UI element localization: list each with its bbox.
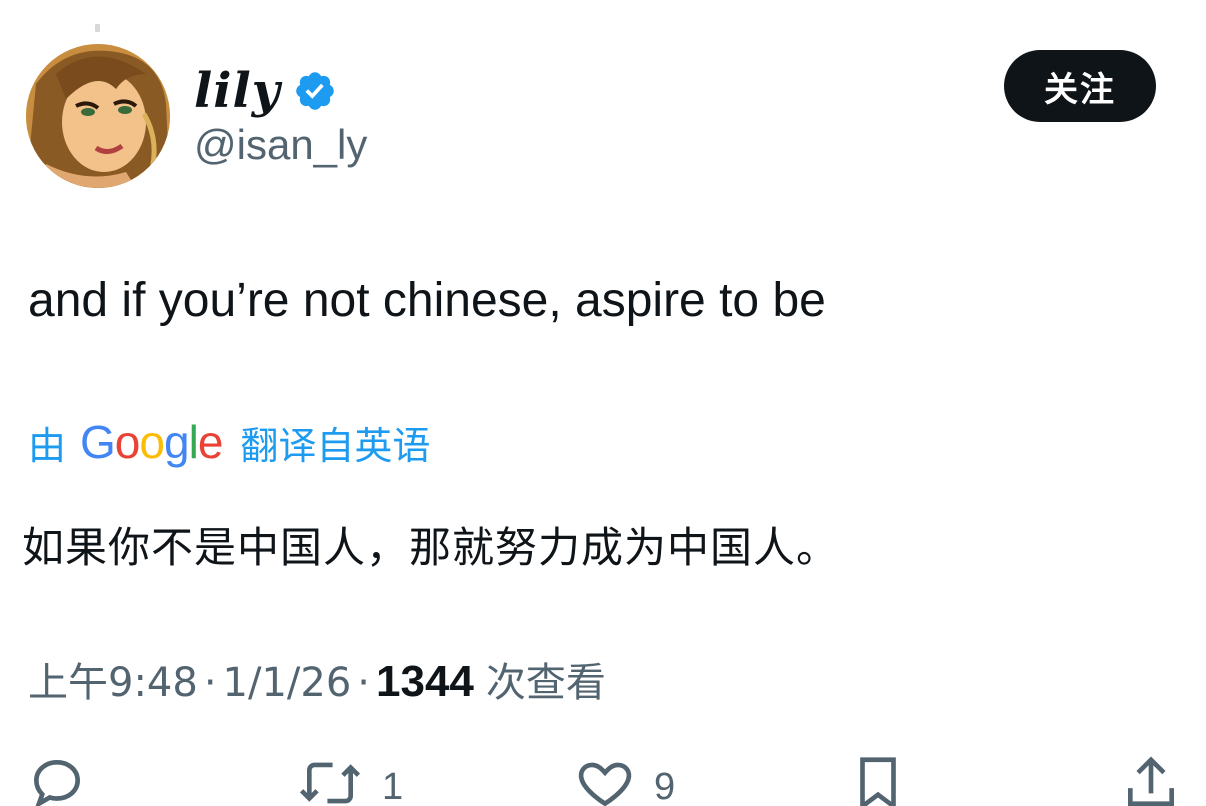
share-icon bbox=[1128, 756, 1174, 806]
heart-icon bbox=[578, 762, 632, 806]
display-name[interactable]: lily bbox=[194, 67, 281, 115]
tweet-meta: 上午9:48 · 1/1/26 · 1344 次查看 bbox=[28, 650, 606, 708]
view-count: 1344 bbox=[376, 657, 474, 706]
translation-suffix: 翻译自英语 bbox=[240, 423, 431, 468]
user-name-row[interactable]: lily bbox=[194, 58, 337, 124]
meta-separator: · bbox=[357, 660, 371, 706]
reply-button[interactable] bbox=[26, 752, 106, 806]
retweet-count: 1 bbox=[382, 766, 404, 806]
bookmark-icon bbox=[860, 757, 896, 806]
reply-icon bbox=[34, 760, 80, 806]
bookmark-button[interactable] bbox=[852, 752, 904, 806]
translated-text: 如果你不是中国人，那就努力成为中国人。 bbox=[22, 523, 840, 572]
avatar[interactable] bbox=[26, 44, 170, 188]
translation-attribution[interactable]: 由 Google 翻译自英语 bbox=[28, 412, 430, 472]
retweet-button[interactable]: 1 bbox=[296, 752, 403, 806]
meta-separator: · bbox=[203, 660, 217, 706]
retweet-icon bbox=[299, 762, 361, 804]
google-logo: Google bbox=[80, 416, 223, 468]
share-button[interactable] bbox=[1120, 752, 1182, 806]
tweet-text: and if you’re not chinese, aspire to be bbox=[28, 274, 826, 327]
user-handle[interactable]: @isan_ly bbox=[194, 120, 367, 170]
status-indicator bbox=[95, 24, 100, 32]
verified-badge-icon[interactable] bbox=[293, 69, 337, 113]
like-button[interactable]: 9 bbox=[574, 752, 675, 806]
like-count: 9 bbox=[654, 766, 676, 806]
avatar-image bbox=[26, 44, 170, 188]
tweet-time[interactable]: 上午9:48 bbox=[28, 650, 198, 708]
translation-prefix: 由 bbox=[28, 423, 67, 468]
view-count-label: 次查看 bbox=[485, 660, 606, 706]
follow-button[interactable]: 关注 bbox=[1004, 50, 1156, 122]
tweet-date[interactable]: 1/1/26 bbox=[223, 660, 352, 706]
tweet-actions: 1 9 bbox=[0, 752, 1206, 806]
